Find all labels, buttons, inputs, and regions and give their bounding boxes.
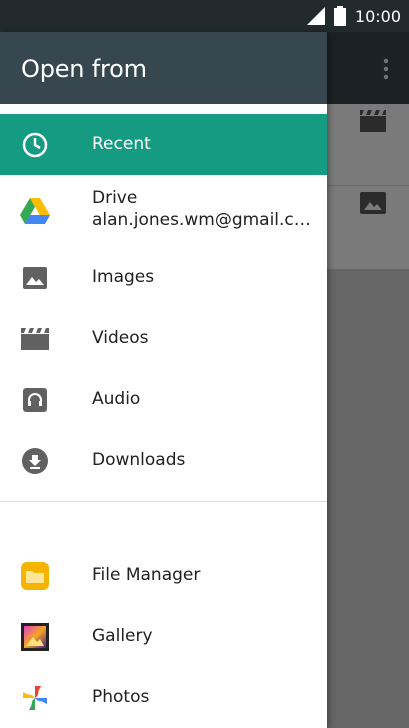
- battery-icon: [333, 6, 346, 26]
- navigation-drawer: Open from Recent Drive alan.jones.wm@gmai…: [0, 32, 327, 728]
- download-icon: [20, 447, 50, 475]
- drawer-item-label: File Manager: [92, 565, 201, 585]
- gallery-icon: [20, 623, 50, 651]
- status-time: 10:00: [354, 6, 401, 26]
- signal-icon: [306, 7, 325, 25]
- drawer-item-label: Videos: [92, 328, 149, 348]
- drawer-item-label: Audio: [92, 389, 141, 409]
- image-icon: [360, 192, 386, 214]
- video-icon: [360, 110, 386, 132]
- drawer-item-recent[interactable]: Recent: [0, 114, 327, 175]
- drawer-item-audio[interactable]: Audio: [0, 369, 327, 430]
- drawer-item-label: Downloads: [92, 450, 186, 470]
- more-options-icon[interactable]: [383, 58, 389, 80]
- drawer-item-gallery[interactable]: Gallery: [0, 606, 327, 667]
- drawer-item-file-manager[interactable]: File Manager: [0, 545, 327, 606]
- drawer-divider: [0, 501, 327, 502]
- status-bar: 10:00: [0, 0, 409, 32]
- drawer-item-label: Gallery: [92, 626, 153, 646]
- headphones-icon: [20, 386, 50, 414]
- drawer-item-images[interactable]: Images: [0, 247, 327, 308]
- image-icon: [20, 264, 50, 292]
- drawer-item-photos[interactable]: Photos: [0, 667, 327, 728]
- drawer-item-downloads[interactable]: Downloads: [0, 430, 327, 491]
- drawer-title: Open from: [21, 55, 147, 83]
- drawer-item-videos[interactable]: Videos: [0, 308, 327, 369]
- drive-account-email: alan.jones.wm@gmail.co...: [92, 210, 312, 230]
- drawer-item-drive[interactable]: Drive alan.jones.wm@gmail.co...: [0, 175, 327, 247]
- drawer-item-label: Images: [92, 267, 155, 287]
- google-drive-icon: [20, 197, 50, 225]
- video-icon: [20, 325, 50, 353]
- drawer-item-label: Drive alan.jones.wm@gmail.co...: [92, 187, 312, 231]
- drawer-item-label: Photos: [92, 687, 150, 707]
- drawer-item-label: Recent: [92, 134, 151, 154]
- drawer-header: Open from: [0, 32, 327, 104]
- clock-icon: [20, 131, 50, 159]
- google-photos-icon: [20, 684, 50, 712]
- file-manager-icon: [20, 562, 50, 590]
